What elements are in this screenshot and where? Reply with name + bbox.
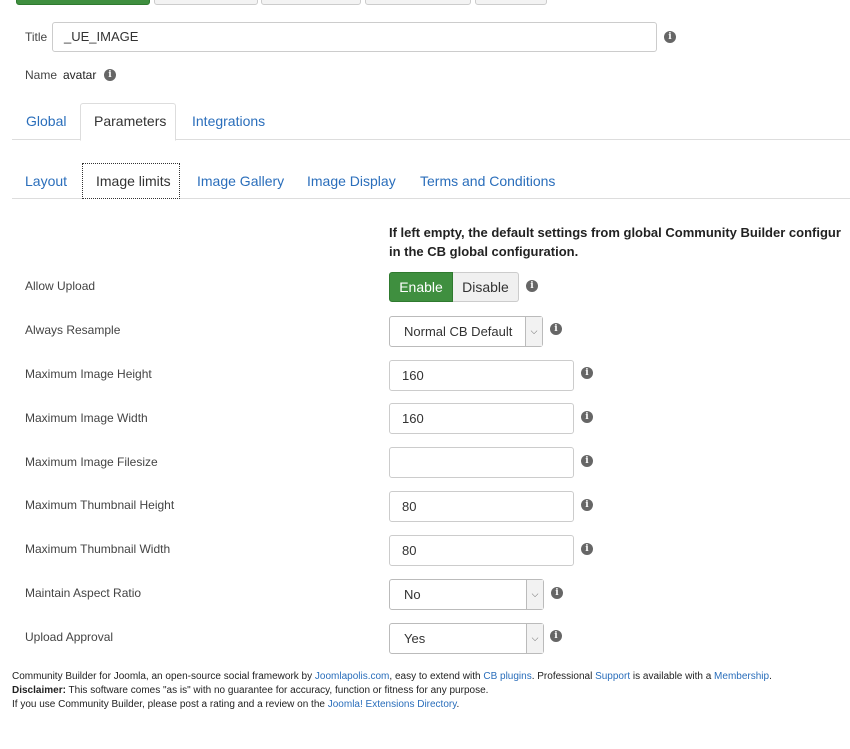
- max-image-filesize-input[interactable]: [389, 447, 574, 478]
- cb-plugins-link[interactable]: CB plugins: [483, 671, 531, 682]
- tab-parameters[interactable]: Parameters: [80, 103, 176, 141]
- subtab-image-limits[interactable]: Image limits: [82, 163, 180, 199]
- always-resample-value: Normal CB Default: [404, 324, 513, 339]
- toolbar-save-button[interactable]: [16, 0, 150, 5]
- footer-text-1a: Community Builder for Joomla, an open-so…: [12, 671, 315, 682]
- upload-approval-info-icon[interactable]: i: [550, 630, 562, 642]
- name-value: avatar: [63, 68, 97, 82]
- title-info-icon[interactable]: i: [664, 31, 676, 43]
- always-resample-label: Always Resample: [25, 323, 121, 337]
- toolbar-button-3[interactable]: [261, 0, 361, 5]
- max-image-width-label: Maximum Image Width: [25, 411, 148, 425]
- maintain-aspect-ratio-info-icon[interactable]: i: [551, 587, 563, 599]
- max-image-height-info-icon[interactable]: i: [581, 367, 593, 379]
- support-link[interactable]: Support: [595, 671, 630, 682]
- maintain-aspect-ratio-label: Maintain Aspect Ratio: [25, 586, 142, 600]
- max-image-height-input[interactable]: 160: [389, 360, 574, 391]
- global-config-notice: If left empty, the default settings from…: [389, 223, 850, 261]
- allow-upload-info-icon[interactable]: i: [526, 280, 538, 292]
- chevron-down-icon: ⌵: [526, 624, 543, 653]
- max-image-filesize-label: Maximum Image Filesize: [25, 455, 158, 469]
- always-resample-select[interactable]: Normal CB Default ⌵: [389, 316, 543, 347]
- max-thumbnail-height-info-icon[interactable]: i: [581, 499, 593, 511]
- subtab-image-display[interactable]: Image Display: [307, 173, 396, 189]
- subtab-image-limits-label: Image limits: [96, 173, 171, 189]
- subtab-terms-and-conditions[interactable]: Terms and Conditions: [420, 173, 555, 189]
- footer-line-2: Disclaimer: This software comes "as is" …: [12, 685, 488, 696]
- tab-global[interactable]: Global: [26, 113, 66, 129]
- footer-text-3a: If you use Community Builder, please pos…: [12, 699, 328, 710]
- maintain-aspect-ratio-select[interactable]: No ⌵: [389, 579, 544, 610]
- allow-upload-enable-label: Enable: [399, 279, 443, 295]
- notice-line-1: If left empty, the default settings from…: [389, 225, 841, 240]
- subtab-layout[interactable]: Layout: [25, 173, 67, 189]
- always-resample-info-icon[interactable]: i: [550, 323, 562, 335]
- name-label: Name: [25, 68, 58, 82]
- max-thumbnail-width-info-icon[interactable]: i: [581, 543, 593, 555]
- max-thumbnail-height-input[interactable]: 80: [389, 491, 574, 522]
- joomlapolis-link[interactable]: Joomlapolis.com: [315, 671, 389, 682]
- title-label: Title: [25, 30, 48, 44]
- maintain-aspect-ratio-value: No: [404, 587, 421, 602]
- chevron-down-icon: ⌵: [525, 317, 542, 346]
- toolbar-button-4[interactable]: [365, 0, 471, 5]
- max-image-width-info-icon[interactable]: i: [581, 411, 593, 423]
- max-image-filesize-info-icon[interactable]: i: [581, 455, 593, 467]
- footer-text-1e: .: [769, 671, 772, 682]
- footer-line-3: If you use Community Builder, please pos…: [12, 699, 459, 710]
- allow-upload-enable-button[interactable]: Enable: [389, 272, 453, 302]
- allow-upload-label: Allow Upload: [25, 279, 96, 293]
- max-image-width-input[interactable]: 160: [389, 403, 574, 434]
- max-thumbnail-width-input[interactable]: 80: [389, 535, 574, 566]
- disclaimer-text: This software comes "as is" with no guar…: [65, 685, 489, 696]
- disclaimer-label: Disclaimer:: [12, 685, 66, 696]
- upload-approval-select[interactable]: Yes ⌵: [389, 623, 544, 654]
- toolbar-button-2[interactable]: [154, 0, 258, 5]
- max-image-height-label: Maximum Image Height: [25, 367, 152, 381]
- upload-approval-label: Upload Approval: [25, 630, 114, 644]
- toolbar-button-5[interactable]: [475, 0, 547, 5]
- footer-text-3b: .: [456, 699, 460, 710]
- chevron-down-icon: ⌵: [526, 580, 543, 609]
- subtab-image-gallery[interactable]: Image Gallery: [197, 173, 284, 189]
- title-input[interactable]: _UE_IMAGE: [52, 22, 657, 52]
- upload-approval-value: Yes: [404, 631, 426, 646]
- allow-upload-disable-label: Disable: [462, 279, 509, 295]
- allow-upload-disable-button[interactable]: Disable: [453, 272, 519, 302]
- footer-line-1: Community Builder for Joomla, an open-so…: [12, 671, 772, 682]
- footer-text-1c: . Professional: [531, 671, 596, 682]
- notice-line-2: in the CB global configuration.: [389, 244, 579, 259]
- max-thumbnail-width-label: Maximum Thumbnail Width: [25, 542, 171, 556]
- joomla-extensions-directory-link[interactable]: Joomla! Extensions Directory: [328, 699, 457, 710]
- footer-text-1d: is available with a: [630, 671, 715, 682]
- allow-upload-toggle[interactable]: Enable Disable: [389, 272, 519, 302]
- name-info-icon[interactable]: i: [104, 69, 116, 81]
- tab-parameters-label: Parameters: [94, 113, 167, 129]
- membership-link[interactable]: Membership: [714, 671, 769, 682]
- tab-integrations[interactable]: Integrations: [192, 113, 265, 129]
- footer-text-1b: , easy to extend with: [389, 671, 484, 682]
- max-thumbnail-height-label: Maximum Thumbnail Height: [25, 498, 175, 512]
